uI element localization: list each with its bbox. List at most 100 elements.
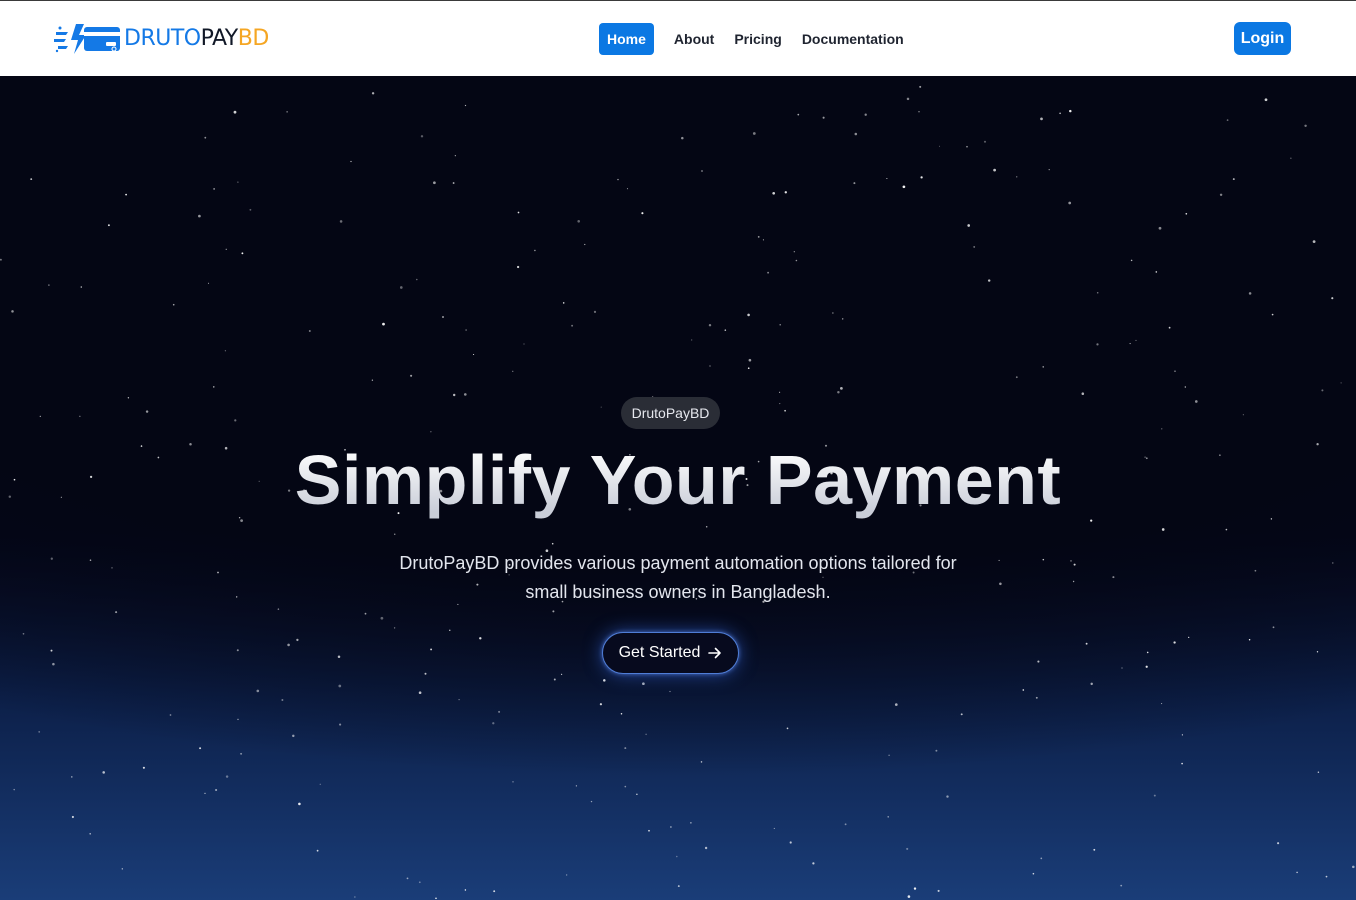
star — [1174, 370, 1176, 372]
star — [115, 611, 118, 614]
star — [797, 113, 800, 116]
star — [562, 302, 565, 304]
star — [626, 188, 629, 190]
star — [747, 313, 750, 317]
login-button[interactable]: Login — [1234, 22, 1291, 55]
star — [80, 286, 83, 288]
star — [207, 282, 210, 284]
star — [13, 788, 15, 791]
star — [1352, 865, 1355, 869]
star — [1181, 734, 1184, 736]
star — [145, 410, 149, 413]
brand-wordmark: DRUTOPAYBD — [124, 28, 269, 50]
star — [822, 116, 825, 119]
star — [571, 324, 574, 327]
star — [967, 224, 971, 227]
nav-item-documentation[interactable]: Documentation — [792, 23, 914, 55]
star — [704, 846, 708, 850]
star — [1219, 193, 1223, 197]
star — [1194, 400, 1198, 403]
star — [913, 887, 917, 890]
star — [380, 616, 384, 620]
star — [1161, 703, 1163, 705]
star — [364, 612, 367, 615]
star — [1090, 682, 1093, 686]
star — [217, 571, 219, 574]
star — [560, 673, 563, 676]
star — [793, 251, 795, 253]
star — [225, 248, 227, 250]
star — [296, 638, 299, 642]
star — [841, 318, 844, 320]
star — [1321, 389, 1324, 392]
star — [553, 678, 556, 681]
star — [762, 239, 764, 241]
star — [339, 220, 343, 223]
star — [786, 727, 789, 730]
star — [998, 559, 1000, 561]
hero-headline: Simplify Your Payment — [0, 440, 1356, 520]
star — [837, 391, 840, 394]
brand-part-pay: PAY — [200, 26, 239, 51]
nav-item-home[interactable]: Home — [599, 23, 654, 55]
star — [918, 111, 920, 113]
star — [999, 582, 1002, 586]
star — [854, 132, 858, 136]
star — [832, 312, 834, 314]
star — [1188, 636, 1190, 639]
star — [670, 826, 672, 828]
star — [435, 897, 437, 900]
star — [812, 862, 815, 865]
star — [236, 649, 239, 652]
star — [1096, 343, 1099, 346]
star — [1040, 117, 1043, 121]
star — [946, 795, 949, 798]
star — [1316, 651, 1319, 653]
nav-item-about[interactable]: About — [664, 23, 724, 55]
star — [463, 393, 467, 396]
star — [102, 771, 105, 774]
star — [71, 776, 73, 778]
star — [1248, 292, 1252, 295]
star — [1015, 376, 1018, 379]
star — [233, 110, 237, 114]
nav-item-pricing[interactable]: Pricing — [724, 23, 791, 55]
star — [773, 827, 775, 829]
star — [22, 632, 25, 635]
star — [888, 754, 890, 756]
star — [1317, 771, 1320, 773]
star — [50, 649, 53, 652]
star — [779, 403, 781, 405]
star — [1120, 884, 1123, 887]
star — [747, 367, 750, 370]
star — [757, 236, 760, 238]
star — [624, 785, 627, 788]
brand-part-druto: DRUTO — [124, 26, 201, 51]
star — [286, 111, 288, 113]
star — [169, 714, 172, 716]
lightning-card-icon — [54, 24, 120, 54]
star — [298, 802, 301, 806]
star — [1290, 157, 1292, 159]
star — [701, 170, 703, 172]
brand-logo[interactable]: DRUTOPAYBD — [54, 22, 269, 56]
star — [430, 648, 433, 651]
star — [1022, 689, 1025, 691]
get-started-button[interactable]: Get Started — [602, 632, 739, 674]
star — [1135, 339, 1137, 341]
star — [1296, 871, 1298, 874]
star — [1225, 528, 1228, 531]
star — [1185, 212, 1188, 215]
star — [492, 722, 495, 725]
star — [39, 415, 41, 418]
star — [1059, 112, 1061, 115]
star — [902, 185, 906, 189]
star — [1304, 124, 1307, 128]
star — [1312, 240, 1316, 243]
star — [241, 252, 244, 255]
star — [1040, 857, 1043, 860]
star — [708, 323, 712, 327]
star — [1161, 528, 1165, 531]
star — [1096, 292, 1099, 294]
star — [937, 889, 940, 892]
